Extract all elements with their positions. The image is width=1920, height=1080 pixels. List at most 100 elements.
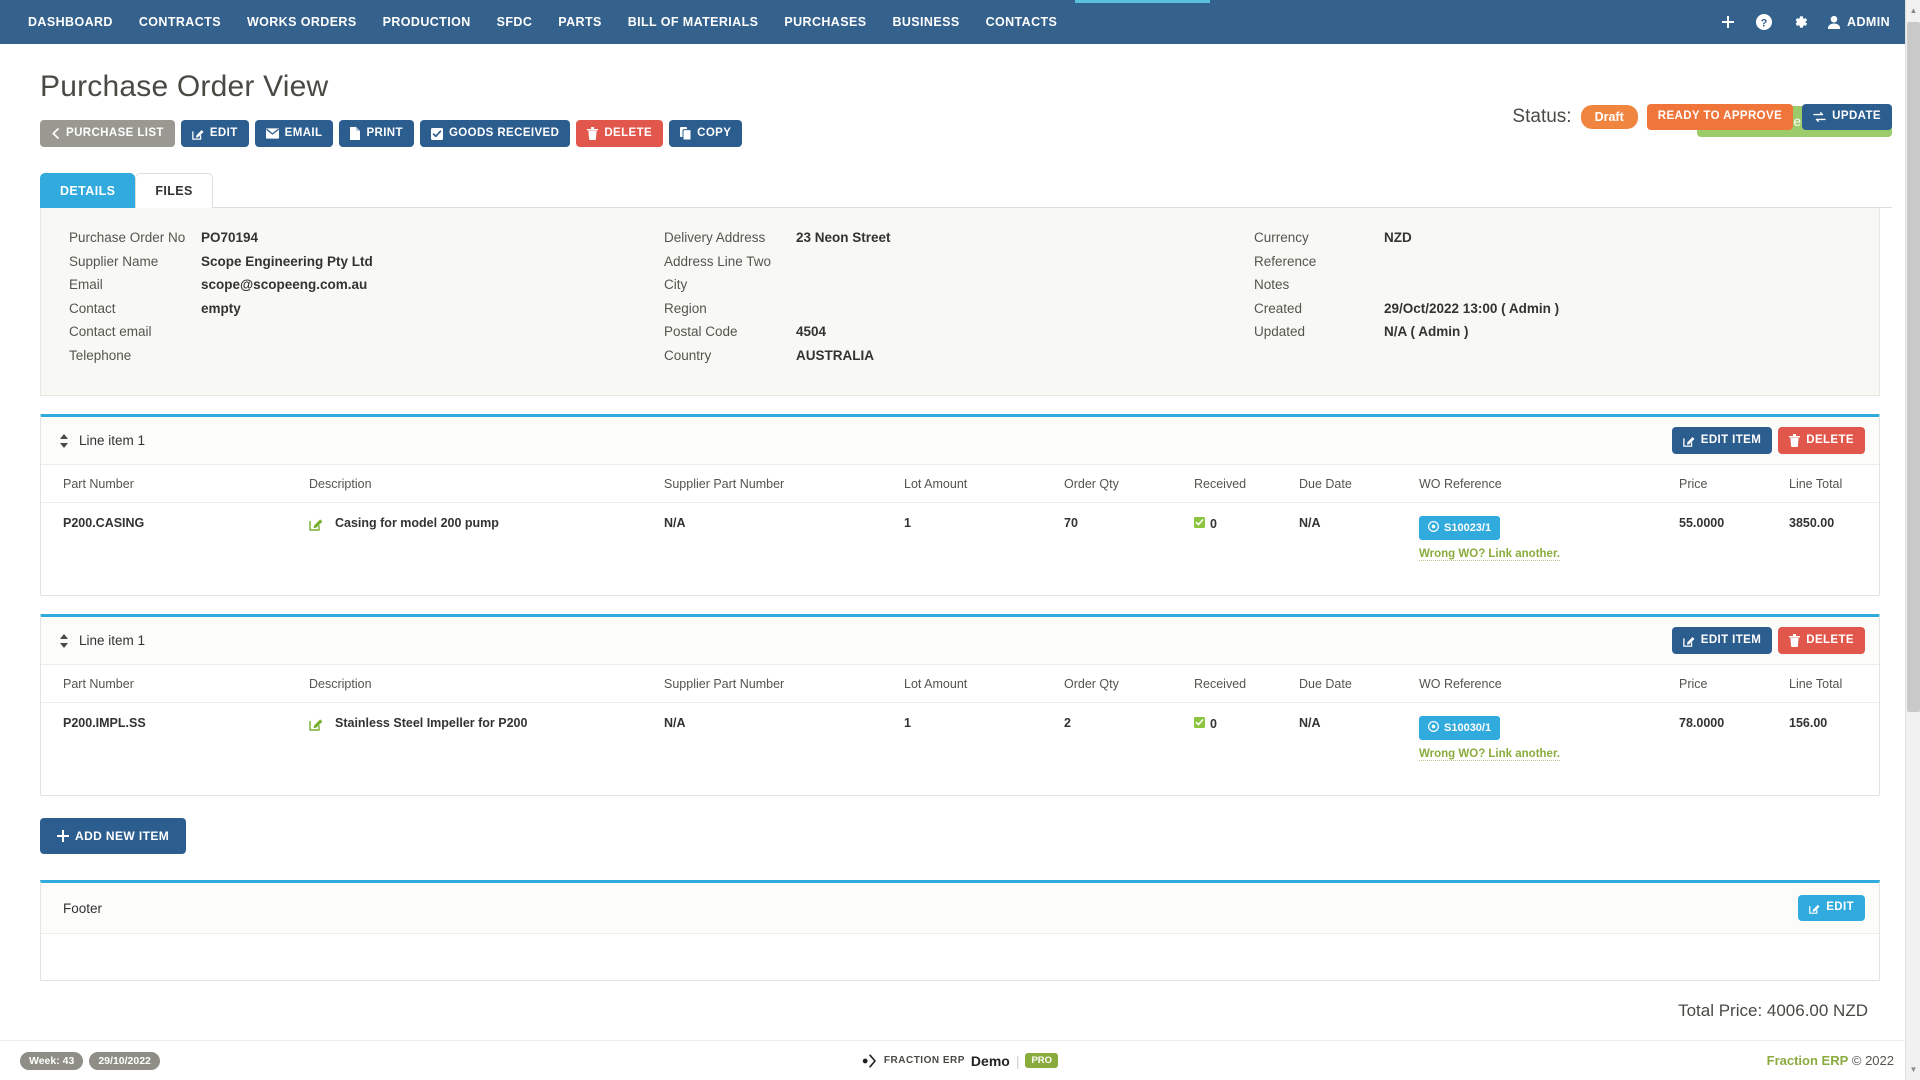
add-item-area: ADD NEW ITEM	[28, 796, 1892, 855]
footer-panel-header: Footer EDIT	[41, 883, 1879, 934]
table-header-row: Part Number Description Supplier Part Nu…	[41, 665, 1879, 704]
cell-wo-reference: S10030/1 Wrong WO? Link another.	[1411, 703, 1671, 796]
footer-panel: Footer EDIT	[40, 880, 1880, 981]
sort-handle-icon[interactable]	[59, 433, 69, 448]
cell-description: Stainless Steel Impeller for P200	[301, 703, 656, 796]
line-item-table: Part Number Description Supplier Part Nu…	[41, 665, 1879, 795]
field-created: Created 29/Oct/2022 13:00 ( Admin )	[1254, 301, 1851, 325]
purchase-list-button[interactable]: PURCHASE LIST	[40, 120, 175, 147]
copy-button[interactable]: COPY	[669, 120, 743, 147]
cell-wo-reference: S10023/1 Wrong WO? Link another.	[1411, 503, 1671, 596]
col-header-lot-amount: Lot Amount	[896, 665, 1056, 704]
field-updated: Updated N/A ( Admin )	[1254, 324, 1851, 348]
help-circle-icon[interactable]: ?	[1755, 13, 1773, 31]
status-label: Status:	[1512, 106, 1572, 127]
nav-user-admin[interactable]: ADMIN	[1827, 15, 1890, 30]
cell-line-total: 3850.00	[1789, 516, 1835, 531]
table-row: P200.IMPL.SS Stainless Steel Impeller fo…	[41, 703, 1879, 796]
bottom-status-bar: Week: 43 29/10/2022 FRACTION ERP Demo | …	[0, 1040, 1920, 1080]
field-contact-email: Contact email	[69, 324, 664, 348]
nav-item-bill-of-materials[interactable]: BILL OF MATERIALS	[615, 0, 772, 44]
field-label: Country	[664, 347, 712, 363]
delete-item-button[interactable]: DELETE	[1778, 427, 1865, 455]
status-badge: Draft	[1580, 105, 1638, 129]
delete-button[interactable]: DELETE	[576, 120, 664, 147]
email-label: EMAIL	[284, 126, 323, 139]
col-header-line-total: Line Total	[1781, 665, 1879, 704]
field-address-line-two: Address Line Two	[664, 254, 1254, 278]
edit-item-button[interactable]: EDIT ITEM	[1671, 627, 1773, 655]
field-currency: Currency NZD	[1254, 230, 1851, 254]
col-header-order-qty: Order Qty	[1056, 465, 1186, 504]
status-zone: Status: Draft READY TO APPROVE UPDATE	[1512, 104, 1892, 130]
table-header-row: Part Number Description Supplier Part Nu…	[41, 465, 1879, 504]
update-status-button[interactable]: UPDATE	[1802, 104, 1892, 130]
edit-description-icon[interactable]	[309, 716, 335, 734]
wo-reference-badge[interactable]: S10023/1	[1419, 516, 1501, 541]
line-item-table-body: P200.IMPL.SS Stainless Steel Impeller fo…	[41, 703, 1879, 796]
trash-icon	[1789, 434, 1801, 448]
line-item-actions: EDIT ITEM DELETE	[1671, 427, 1865, 455]
cell-received: 0	[1186, 503, 1291, 596]
delete-item-button[interactable]: DELETE	[1778, 627, 1865, 655]
scroll-down-arrow-icon[interactable]: ▼	[1906, 1061, 1920, 1078]
tab-details[interactable]: DETAILS	[40, 173, 136, 209]
nav-item-parts[interactable]: PARTS	[545, 0, 614, 44]
print-button[interactable]: PRINT	[339, 120, 414, 147]
details-column-meta: Currency NZD Reference Notes Created 29/…	[1254, 230, 1851, 371]
check-square-icon	[430, 127, 443, 140]
line-item-table-head: Part Number Description Supplier Part Nu…	[41, 465, 1879, 504]
nav-item-purchases[interactable]: PURCHASES	[771, 0, 879, 44]
nav-item-dashboard[interactable]: DASHBOARD	[28, 0, 126, 44]
email-button[interactable]: EMAIL	[254, 120, 334, 147]
goods-received-button[interactable]: GOODS RECEIVED	[419, 120, 571, 147]
plus-icon[interactable]	[1719, 13, 1737, 31]
svg-text:?: ?	[1761, 17, 1768, 29]
col-header-wo-reference: WO Reference	[1411, 465, 1671, 504]
edit-description-icon[interactable]	[309, 516, 335, 534]
tab-files[interactable]: FILES	[135, 173, 213, 209]
wo-reference-label: S10030/1	[1444, 722, 1492, 735]
brand-name: FRACTION ERP	[883, 1055, 965, 1066]
field-label: Address Line Two	[664, 253, 772, 269]
plus-icon	[57, 830, 69, 843]
field-label: Supplier Name	[69, 253, 159, 269]
ready-to-approve-button[interactable]: READY TO APPROVE	[1646, 104, 1794, 130]
chevron-left-icon	[51, 128, 60, 139]
wo-reference-badge[interactable]: S10030/1	[1419, 716, 1501, 741]
file-icon	[350, 127, 361, 140]
field-label: Postal Code	[664, 324, 738, 340]
print-label: PRINT	[366, 126, 403, 139]
wo-relink-link[interactable]: Wrong WO? Link another.	[1419, 748, 1560, 762]
field-label: Currency	[1254, 230, 1309, 246]
cell-order-qty: 2	[1064, 716, 1071, 731]
field-value: 23 Neon Street	[796, 230, 891, 246]
cell-price: 55.0000	[1679, 516, 1725, 531]
scrollbar-thumb[interactable]	[1907, 22, 1920, 712]
tab-bar: DETAILS FILES	[28, 173, 1892, 209]
edit-item-button[interactable]: EDIT ITEM	[1671, 427, 1773, 455]
nav-item-business[interactable]: BUSINESS	[879, 0, 972, 44]
edit-button[interactable]: EDIT	[180, 120, 249, 147]
wo-relink-link[interactable]: Wrong WO? Link another.	[1419, 548, 1560, 562]
scroll-up-arrow-icon[interactable]: ▲	[1906, 2, 1920, 19]
sort-handle-icon[interactable]	[59, 633, 69, 648]
page-scrollbar[interactable]: ▲ ▼	[1905, 0, 1920, 1080]
nav-item-works-orders[interactable]: WORKS ORDERS	[234, 0, 370, 44]
nav-item-contacts[interactable]: CONTACTS	[973, 0, 1071, 44]
add-new-item-button[interactable]: ADD NEW ITEM	[40, 818, 187, 855]
nav-item-contracts[interactable]: CONTRACTS	[126, 0, 234, 44]
edit-label: EDIT	[209, 126, 238, 139]
line-item-panel: Line item 1 EDIT ITEM DELETE Part Number…	[40, 414, 1880, 597]
gear-icon[interactable]	[1791, 13, 1809, 31]
nav-item-sfdc[interactable]: SFDC	[484, 0, 546, 44]
purchase-list-label: PURCHASE LIST	[66, 126, 164, 139]
col-header-received: Received	[1186, 465, 1291, 504]
footer-edit-button[interactable]: EDIT	[1798, 895, 1865, 921]
line-item-header: Line item 1 EDIT ITEM DELETE	[41, 617, 1879, 666]
wo-reference-label: S10023/1	[1444, 522, 1492, 535]
tab-files-label: FILES	[155, 184, 193, 198]
nav-item-production[interactable]: PRODUCTION	[370, 0, 484, 44]
footer-panel-body	[41, 934, 1879, 980]
cell-part-number: P200.CASING	[63, 516, 145, 531]
